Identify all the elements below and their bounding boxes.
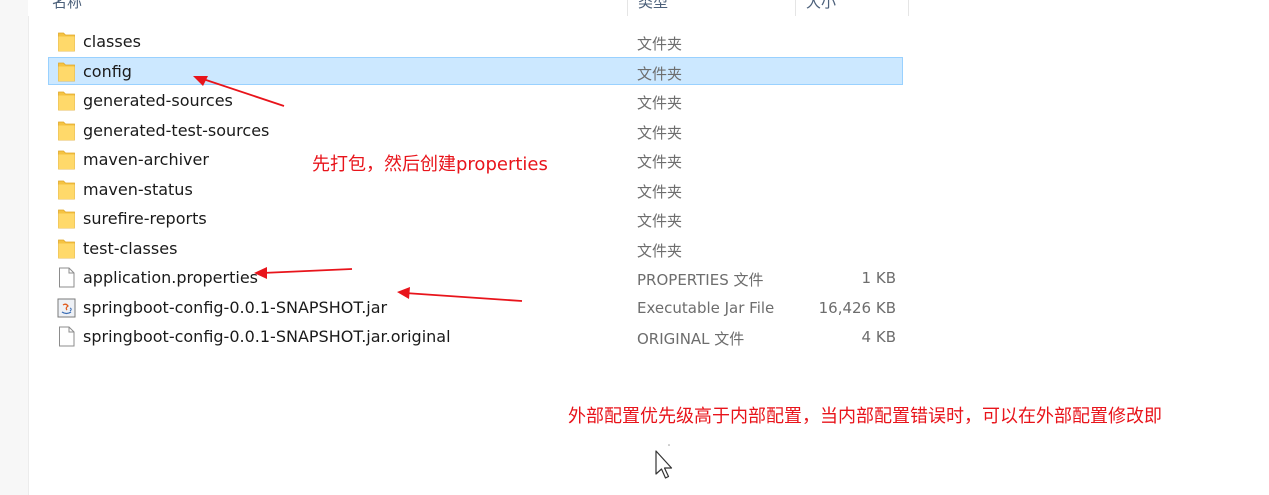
speck <box>668 444 670 446</box>
arrow-to-snapshot-jar <box>397 287 523 302</box>
annotation-arrows <box>193 76 670 446</box>
arrow-to-config <box>193 76 285 107</box>
arrow-to-application-properties <box>254 267 353 279</box>
mouse-cursor-icon <box>655 450 673 479</box>
